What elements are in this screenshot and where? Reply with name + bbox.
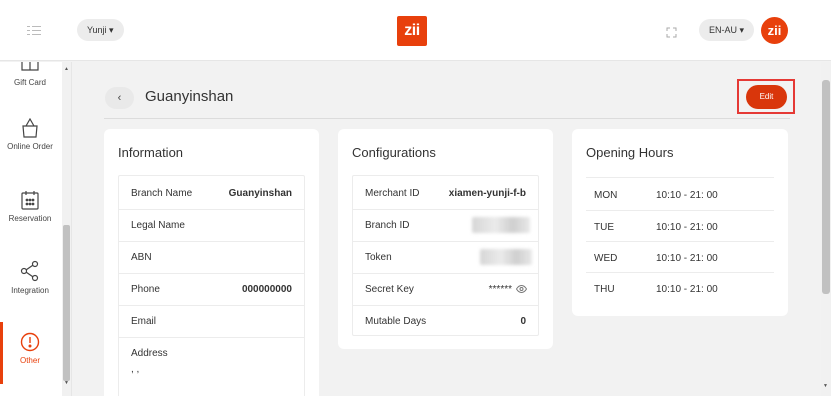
day-label: TUE	[594, 222, 614, 233]
time-value: 10:10 - 21: 00	[656, 284, 718, 295]
info-row-legal-name: Legal Name	[118, 209, 305, 241]
row-value: , ,	[131, 364, 140, 375]
sidebar-item-label: Reservation	[8, 214, 52, 223]
row-label: ABN	[131, 252, 152, 263]
gift-card-icon	[21, 62, 39, 71]
sidebar-item-online-order[interactable]: Online Order	[0, 118, 60, 151]
row-label: Phone	[131, 284, 160, 295]
config-row-branch-id: Branch ID	[352, 209, 539, 241]
scroll-down-arrow-icon[interactable]: ▼	[64, 380, 69, 386]
row-label: Branch Name	[131, 188, 193, 199]
sidebar-scroll-thumb[interactable]	[63, 225, 70, 381]
hours-row-thu: THU 10:10 - 21: 00	[586, 273, 774, 304]
row-label: Legal Name	[131, 220, 185, 231]
row-value: 000000000	[241, 284, 292, 295]
sidebar-item-other[interactable]: Other	[0, 332, 60, 365]
configurations-card: Configurations Merchant ID xiamen-yunji-…	[338, 129, 553, 349]
branch-selector-dropdown[interactable]: Yunji ▾	[77, 19, 124, 41]
sidebar-item-label: Online Order	[7, 142, 53, 151]
row-label: Email	[131, 316, 157, 327]
day-label: WED	[594, 253, 618, 264]
avatar[interactable]: zii	[761, 17, 788, 44]
sidebar-item-label: Gift Card	[13, 78, 46, 87]
time-value: 10:10 - 21: 00	[656, 222, 718, 233]
info-row-address: Address , ,	[118, 337, 305, 385]
opening-hours-card: Opening Hours MON 10:10 - 21: 00 TUE 10:…	[572, 129, 788, 316]
info-row-phone: Phone 000000000	[118, 273, 305, 305]
row-label: Mutable Days	[365, 316, 427, 327]
share-icon	[20, 260, 39, 282]
page-title: Guanyinshan	[145, 88, 234, 105]
row-label: Address	[131, 348, 168, 359]
page-scroll-thumb[interactable]	[822, 80, 830, 294]
config-row-merchant-id: Merchant ID xiamen-yunji-f-b	[352, 177, 539, 209]
hours-row-tue: TUE 10:10 - 21: 00	[586, 211, 774, 242]
config-row-token: Token	[352, 241, 539, 273]
sidebar-item-gift-card[interactable]: Gift Card	[0, 62, 60, 87]
back-button[interactable]: ‹	[105, 87, 134, 109]
sidebar-item-label: Integration	[11, 286, 49, 295]
config-row-mutable-days: Mutable Days 0	[352, 305, 539, 337]
row-value: 0	[520, 316, 526, 327]
row-value: xiamen-yunji-f-b	[448, 188, 526, 199]
row-value: ******	[488, 284, 512, 295]
scroll-down-arrow-icon[interactable]: ▼	[823, 383, 828, 389]
edit-button[interactable]: Edit	[746, 85, 787, 109]
scroll-up-arrow-icon[interactable]: ▲	[64, 66, 69, 72]
information-card: Information Branch Name Guanyinshan Lega…	[104, 129, 319, 396]
hours-row-mon: MON 10:10 - 21: 00	[586, 179, 774, 210]
row-value: Guanyinshan	[228, 188, 292, 199]
time-value: 10:10 - 21: 00	[656, 190, 718, 201]
card-title: Configurations	[352, 145, 436, 160]
row-divider	[586, 177, 774, 178]
row-label: Secret Key	[365, 284, 414, 295]
language-selector-dropdown[interactable]: EN-AU ▾	[699, 19, 755, 41]
eye-icon[interactable]	[516, 285, 527, 293]
info-row-email: Email	[118, 305, 305, 337]
sidebar-item-integration[interactable]: Integration	[0, 260, 60, 295]
day-label: THU	[594, 284, 615, 295]
menu-icon[interactable]	[27, 25, 41, 37]
info-row-abn: ABN	[118, 241, 305, 273]
row-label: Branch ID	[365, 220, 410, 231]
zii-logo: zii	[397, 16, 427, 46]
divider	[104, 118, 790, 119]
row-label: Merchant ID	[365, 188, 420, 199]
time-value: 10:10 - 21: 00	[656, 253, 718, 264]
sidebar-item-label: Other	[19, 356, 40, 365]
hours-row-wed: WED 10:10 - 21: 00	[586, 242, 774, 273]
day-label: MON	[594, 190, 618, 201]
top-bar: Yunji ▾ zii EN-AU ▾ zii	[0, 0, 831, 61]
card-title: Opening Hours	[586, 145, 674, 160]
alert-circle-icon	[20, 332, 40, 352]
fullscreen-icon[interactable]	[666, 25, 677, 38]
sidebar-item-reservation[interactable]: Reservation	[0, 190, 60, 223]
row-label: Token	[365, 252, 392, 263]
redacted-value	[480, 249, 532, 265]
calendar-icon	[21, 191, 39, 210]
redacted-value	[472, 217, 530, 233]
config-row-secret-key: Secret Key ******	[352, 273, 539, 305]
card-title: Information	[118, 145, 184, 160]
info-row-branch-name: Branch Name Guanyinshan	[118, 177, 305, 209]
shopping-bag-icon	[22, 118, 38, 138]
